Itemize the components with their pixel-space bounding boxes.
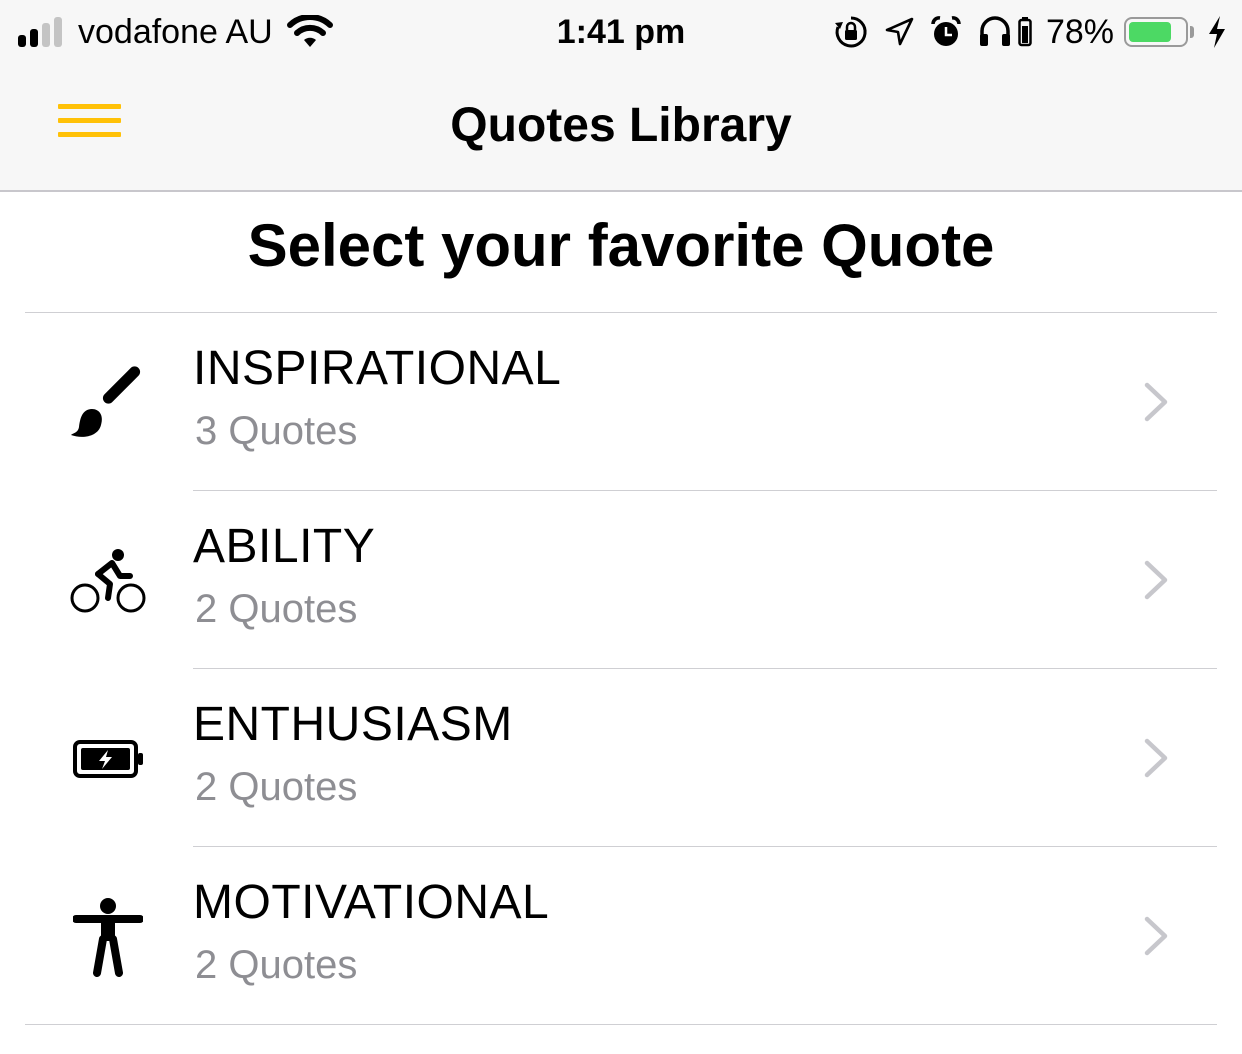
page-heading: Select your favorite Quote [247, 212, 995, 279]
category-row-motivational[interactable]: MOTIVATIONAL 2 Quotes [0, 847, 1242, 1025]
location-icon [885, 17, 914, 46]
alarm-icon [931, 16, 961, 46]
battery-percentage: 78% [1045, 12, 1114, 51]
status-bar-right: 78% [818, 10, 1228, 54]
category-count: 2 Quotes [195, 587, 358, 631]
category-title: ENTHUSIASM [193, 698, 513, 751]
headphones-icon [979, 16, 1010, 46]
headphone-battery-icon [1018, 17, 1032, 47]
battery-charging-icon [64, 719, 152, 799]
person-standing-icon [64, 897, 152, 977]
category-count: 2 Quotes [195, 765, 358, 809]
category-title: ABILITY [193, 520, 376, 573]
paintbrush-icon [64, 363, 152, 443]
chevron-right-icon [1144, 382, 1168, 422]
bicycle-rider-icon [64, 541, 152, 621]
category-title: MOTIVATIONAL [193, 876, 550, 929]
category-title: INSPIRATIONAL [193, 342, 562, 395]
category-count: 3 Quotes [195, 409, 358, 453]
category-row-ability[interactable]: ABILITY 2 Quotes [0, 491, 1242, 669]
chevron-right-icon [1144, 738, 1168, 778]
battery-level-fill [1129, 22, 1172, 42]
row-divider [25, 1024, 1217, 1025]
orientation-lock-icon [834, 16, 867, 48]
battery-icon [1124, 17, 1194, 47]
chevron-right-icon [1144, 560, 1168, 600]
status-bar: vodafone AU 1:41 pm 78% [0, 0, 1242, 64]
nav-title: Quotes Library [450, 99, 792, 152]
charging-icon [1209, 16, 1225, 48]
category-row-inspirational[interactable]: INSPIRATIONAL 3 Quotes [0, 313, 1242, 491]
category-list: INSPIRATIONAL 3 Quotes ABILITY 2 Quotes [0, 313, 1242, 1025]
chevron-right-icon [1144, 916, 1168, 956]
navigation-bar: Quotes Library [0, 64, 1242, 192]
category-row-enthusiasm[interactable]: ENTHUSIASM 2 Quotes [0, 669, 1242, 847]
category-count: 2 Quotes [195, 943, 358, 987]
